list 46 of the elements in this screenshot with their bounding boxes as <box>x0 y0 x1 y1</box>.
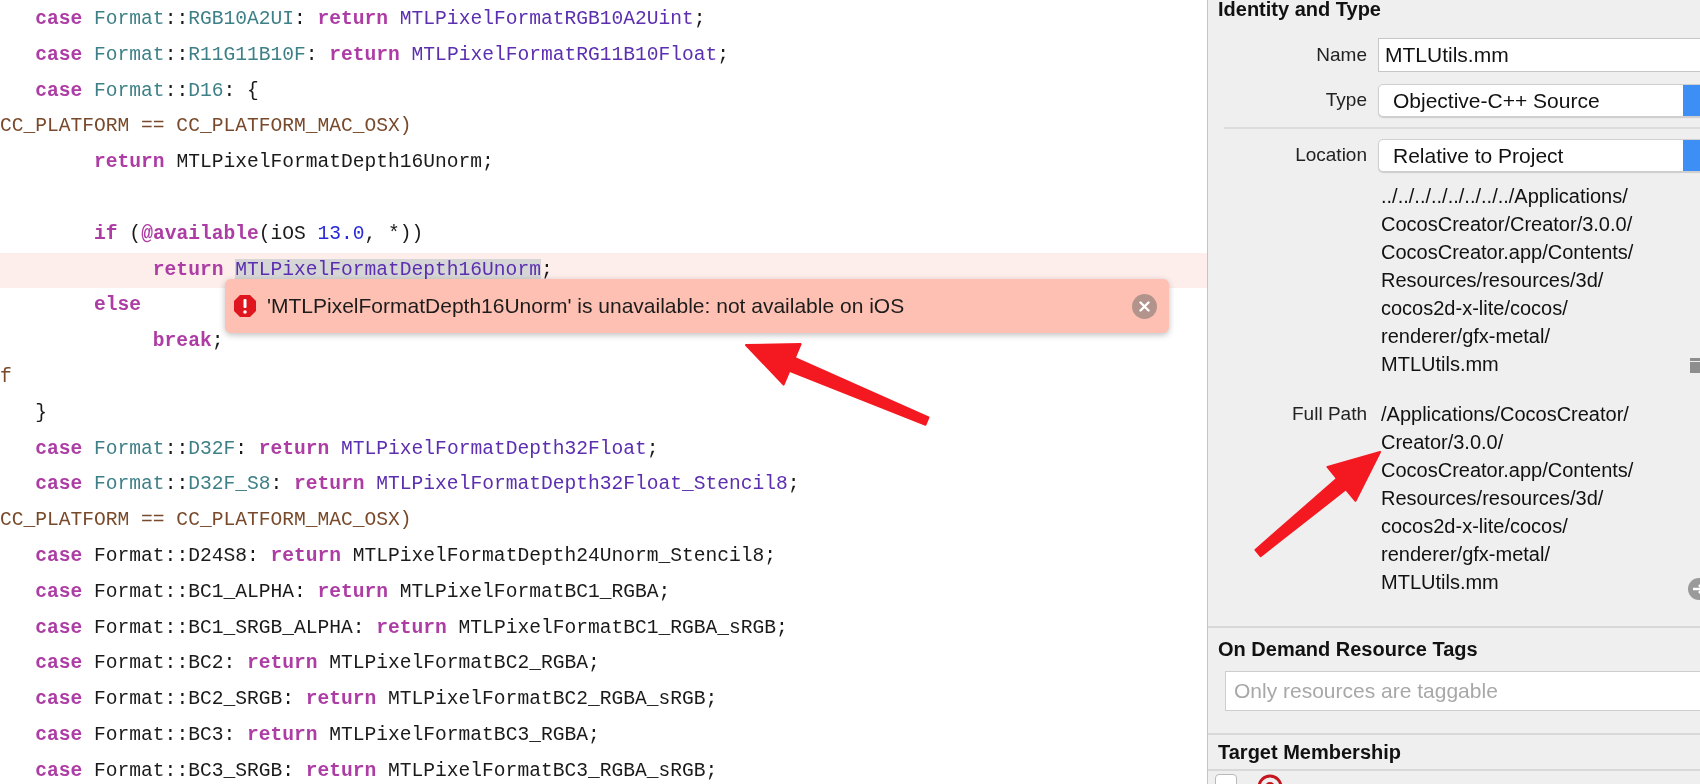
path-line: CocosCreator.app/Contents/ <box>1381 458 1634 483</box>
section-title: Identity and Type <box>1217 0 1382 18</box>
path-line: renderer/gfx-metal/ <box>1381 324 1551 349</box>
code-line: case Format::D24S8: return MTLPixelFormatDepth24Unorm_Stencil8; <box>34 543 777 569</box>
code-line: case Format::RGB10A2UI: return MTLPixelFormatRGB10A2Uint; <box>34 7 706 32</box>
field-label: Type <box>1324 88 1367 113</box>
code-line: case Format::BC2_SRGB: return MTLPixelFormatBC2_RGBA_sRGB; <box>34 687 718 713</box>
section-title: On Demand Resource Tags <box>1217 637 1479 662</box>
path-line: Resources/resources/3d/ <box>1381 268 1605 293</box>
field-label: Full Path <box>1291 402 1367 426</box>
section-title: Target Membership <box>1217 740 1402 765</box>
path-line: CocosCreator.app/Contents/ <box>1381 240 1634 265</box>
code-line: case Format::BC2: return MTLPixelFormatBC2_RGBA; <box>34 651 600 677</box>
code-line: } <box>34 400 48 426</box>
tags-field[interactable]: Only resources are taggable <box>1225 671 1700 711</box>
code-line: case Format::BC1_ALPHA: return MTLPixelFormatBC1_RGBA; <box>34 579 671 605</box>
code-line: case Format::BC3: return MTLPixelFormatBC3_RGBA; <box>34 722 600 748</box>
path-line: cocos2d-x-lite/cocos/ <box>1381 296 1569 321</box>
code-line: break; <box>151 329 224 355</box>
path-line: renderer/gfx-metal/ <box>1381 542 1551 567</box>
code-line: CC_PLATFORM == CC_PLATFORM_MAC_OSX) <box>0 114 412 140</box>
path-line: MTLUtils.mm <box>1381 352 1500 377</box>
path-line: CocosCreator/Creator/3.0.0/ <box>1381 212 1634 237</box>
path-line: ../../../../../../../../Applications/ <box>1381 184 1629 209</box>
code-line: if (@available(iOS 13.0, *)) <box>93 221 424 247</box>
path-line: cocos2d-x-lite/cocos/ <box>1381 514 1569 539</box>
name-field[interactable]: MTLUtils.mm <box>1378 38 1700 72</box>
code-line: CC_PLATFORM == CC_PLATFORM_MAC_OSX) <box>0 508 412 534</box>
field-label: Location <box>1294 143 1367 168</box>
code-line: f <box>0 364 12 390</box>
code-line: case Format::R11G11B10F: return MTLPixelFormatRG11B10Float; <box>34 42 730 68</box>
path-line: MTLUtils.mm <box>1381 570 1500 595</box>
location-popup[interactable]: Relative to Project <box>1378 139 1700 172</box>
code-line: case Format::BC1_SRGB_ALPHA: return MTLPixelFormatBC1_RGBA_sRGB; <box>34 615 788 641</box>
type-popup[interactable]: Objective-C++ Source <box>1378 84 1700 117</box>
code-line: return MTLPixelFormatDepth16Unorm; <box>93 150 494 176</box>
error-message: 'MTLPixelFormatDepth16Unorm' is unavailable: not available on iOS <box>267 293 906 320</box>
code-line: case Format::D32F_S8: return MTLPixelFormatDepth32Float_Stencil8; <box>34 472 800 498</box>
path-line: Creator/3.0.0/ <box>1381 430 1505 455</box>
path-line: Resources/resources/3d/ <box>1381 486 1605 511</box>
code-line: else <box>93 293 142 319</box>
field-label: Name <box>1315 42 1367 67</box>
code-line: case Format::BC3_SRGB: return MTLPixelFormatBC3_RGBA_sRGB; <box>34 758 718 784</box>
path-line: /Applications/CocosCreator/ <box>1381 402 1630 427</box>
code-line: case Format::D16: { <box>34 78 259 104</box>
code-line: case Format::D32F: return MTLPixelFormatDepth32Float; <box>34 436 659 462</box>
